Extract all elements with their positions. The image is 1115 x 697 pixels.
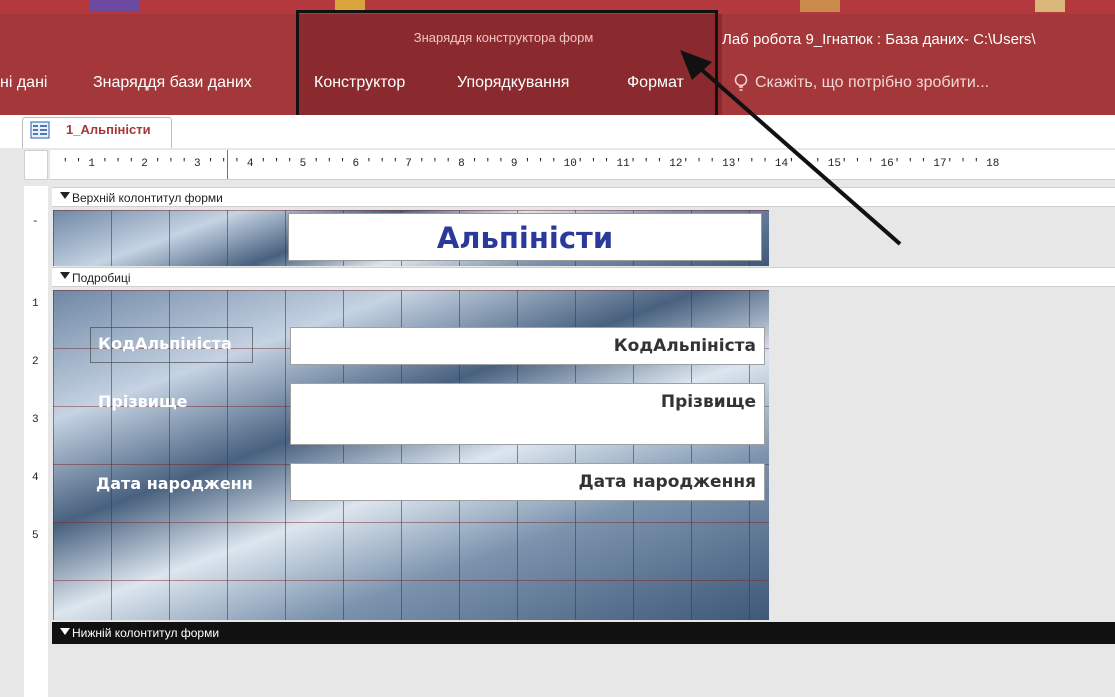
form-selector[interactable] xyxy=(24,150,48,180)
form-detail-area[interactable]: КодАльпініста Прізвище Дата народженн Ко… xyxy=(53,290,769,620)
tab-database-tools[interactable]: Знаряддя бази даних xyxy=(93,74,252,92)
form-footer-area[interactable] xyxy=(52,645,1115,697)
field-control-id[interactable]: КодАльпініста xyxy=(290,327,765,365)
section-collapse-icon xyxy=(60,628,70,635)
vruler-mark-4: 4 xyxy=(32,472,39,484)
vruler-tick: - xyxy=(32,216,39,228)
section-label-detail: Подробиці xyxy=(72,271,131,285)
section-label-header: Верхній колонтитул форми xyxy=(72,191,223,205)
section-bar-form-header[interactable]: Верхній колонтитул форми xyxy=(52,187,1115,207)
section-label-footer: Нижній колонтитул форми xyxy=(72,626,220,640)
vruler-mark-2: 2 xyxy=(32,356,39,368)
section-collapse-icon xyxy=(60,272,70,279)
section-collapse-icon xyxy=(60,192,70,199)
section-bar-detail[interactable]: Подробиці xyxy=(52,267,1115,287)
vruler-mark-5: 5 xyxy=(32,530,39,542)
vruler-mark-1: 1 xyxy=(32,298,39,310)
vruler-mark-3: 3 xyxy=(32,414,39,426)
tell-me-search[interactable]: Скажіть, що потрібно зробити... xyxy=(755,74,989,92)
document-tab-label: 1_Альпіністи xyxy=(66,122,151,137)
tab-external-data[interactable]: ні дані xyxy=(0,74,47,92)
vertical-ruler[interactable]: - 1 2 3 4 5 xyxy=(24,186,48,697)
field-label-id[interactable]: КодАльпініста xyxy=(98,334,232,353)
field-label-birthdate[interactable]: Дата народженн xyxy=(96,474,253,493)
horizontal-ruler[interactable]: ' ' 1 ' ' ' 2 ' ' ' 3 ' ' ' 4 ' ' ' 5 ' … xyxy=(50,150,1115,180)
form-icon xyxy=(30,121,50,139)
field-control-surname[interactable]: Прізвище xyxy=(290,383,765,445)
window-title: Лаб робота 9_Ігнатюк : База даних- C:\Us… xyxy=(722,31,1036,48)
highlight-box xyxy=(296,10,718,120)
lightbulb-icon xyxy=(734,73,748,91)
form-title-label[interactable]: Альпіністи xyxy=(288,213,762,261)
field-label-surname[interactable]: Прізвище xyxy=(98,392,188,411)
ruler-marks: ' ' 1 ' ' ' 2 ' ' ' 3 ' ' ' 4 ' ' ' 5 ' … xyxy=(62,158,1000,170)
field-control-birthdate[interactable]: Дата народження xyxy=(290,463,765,501)
section-bar-form-footer[interactable]: Нижній колонтитул форми xyxy=(52,622,1115,644)
ruler-marker xyxy=(227,150,228,179)
